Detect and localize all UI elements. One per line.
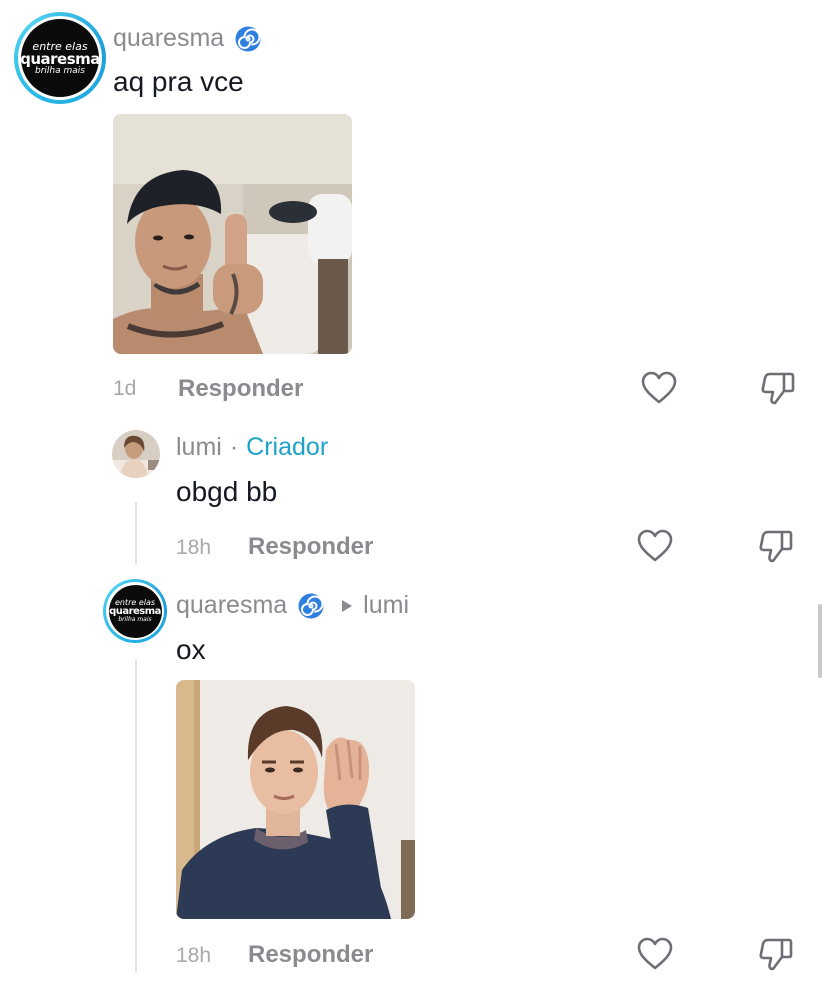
thread-line bbox=[135, 660, 137, 972]
reply-button[interactable]: Responder bbox=[248, 941, 373, 969]
scrollbar-thumb[interactable] bbox=[818, 604, 822, 678]
username[interactable]: lumi bbox=[176, 433, 222, 462]
avatar-quaresma[interactable]: entre elas quaresma brilha mais bbox=[14, 12, 106, 104]
comment-time: 18h bbox=[176, 536, 212, 559]
avatar-logo-bottom: brilha mais bbox=[35, 65, 85, 76]
thread-line bbox=[135, 502, 137, 564]
comment-text: ox bbox=[176, 634, 206, 665]
reply-to-username[interactable]: lumi bbox=[363, 591, 409, 620]
avatar-logo: entre elas quaresma brilha mais bbox=[108, 584, 162, 638]
avatar-logo: entre elas quaresma brilha mais bbox=[21, 19, 99, 97]
photo-young-man-thinking bbox=[176, 680, 415, 919]
avatar-logo-mid: quaresma bbox=[21, 49, 99, 68]
play-triangle-icon bbox=[341, 599, 353, 613]
avatar-lumi[interactable] bbox=[112, 430, 160, 478]
comment-header: quaresma bbox=[113, 24, 262, 53]
comment-time: 1d bbox=[113, 377, 137, 400]
comment-text: aq pra vce bbox=[113, 66, 244, 97]
avatar-logo-bottom: brilha mais bbox=[118, 616, 152, 623]
separator-dot: · bbox=[229, 433, 239, 461]
thumbs-down-icon[interactable] bbox=[760, 370, 796, 406]
heart-outline-icon[interactable] bbox=[641, 371, 677, 405]
comment-header: lumi · Criador bbox=[176, 433, 328, 462]
photo-man-gesture bbox=[113, 114, 352, 354]
spiral-emoji-icon bbox=[234, 25, 262, 53]
spiral-emoji-icon bbox=[297, 592, 325, 620]
comment-photo[interactable] bbox=[176, 680, 415, 919]
heart-outline-icon[interactable] bbox=[637, 529, 673, 563]
username[interactable]: quaresma bbox=[113, 24, 224, 53]
reply-button[interactable]: Responder bbox=[178, 375, 303, 403]
comment-text: obgd bb bbox=[176, 476, 278, 507]
creator-badge: Criador bbox=[246, 433, 329, 461]
thumbs-down-icon[interactable] bbox=[758, 528, 794, 564]
thumbs-down-icon[interactable] bbox=[758, 936, 794, 972]
avatar-quaresma[interactable]: entre elas quaresma brilha mais bbox=[103, 579, 167, 643]
username[interactable]: quaresma bbox=[176, 591, 287, 620]
comment-header: quaresma lumi bbox=[176, 591, 409, 620]
avatar-lumi-photo bbox=[112, 430, 160, 478]
comment-photo[interactable] bbox=[113, 114, 352, 354]
heart-outline-icon[interactable] bbox=[637, 937, 673, 971]
comment-time: 18h bbox=[176, 944, 212, 967]
reply-button[interactable]: Responder bbox=[248, 533, 373, 561]
